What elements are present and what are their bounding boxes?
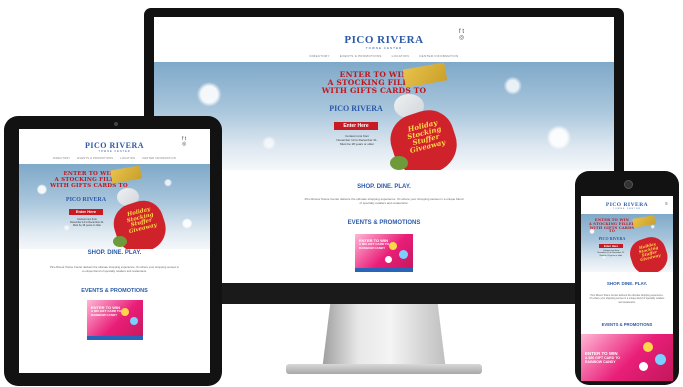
promo-card[interactable]: ENTER TO WIN A $50 GIFT CARD TO RAINBOW CA…: [87, 300, 143, 340]
contest-info: Contest runs from November 14 to December…: [69, 218, 105, 227]
gift-cards-image: [632, 215, 656, 228]
stocking-heel: [390, 156, 408, 170]
stocking-heel: [113, 236, 127, 247]
intro-paragraph: Pico Rivera Towne Center delivers the ul…: [50, 265, 179, 273]
contest-info: Contest runs from November 14 to December…: [336, 134, 378, 146]
nav-location[interactable]: LOCATION: [120, 157, 135, 160]
promo-link-bar[interactable]: [87, 336, 143, 340]
nav-events[interactable]: EVENTS & PROMOTIONS: [77, 157, 113, 160]
hero-brand-logo: PICO RIVERA: [598, 236, 626, 241]
phone-screen: PICO RIVERA TOWNE CENTER ≡ ENTER TO WIN A…: [581, 196, 673, 381]
logo-subtext: TOWNE CENTER: [98, 150, 131, 153]
promo-card[interactable]: ENTER TO WIN A $50 GIFT CARD TO RAINBOW CA…: [355, 234, 413, 272]
tablet-camera: [114, 122, 118, 126]
hero-brand-logo: PICO RIVERA: [65, 197, 107, 203]
instagram-icon[interactable]: ◎: [182, 141, 186, 147]
candy-decoration: [639, 362, 648, 371]
events-heading: EVENTS & PROMOTIONS: [347, 220, 421, 226]
nav-center-info[interactable]: CENTER INFORMATION: [419, 54, 458, 58]
enter-here-button[interactable]: Enter Here: [69, 209, 103, 215]
intro-paragraph: Pico Rivera Towne Center delivers the ul…: [589, 294, 665, 304]
promo-text: ENTER TO WIN A $50 GIFT CARD TO RAINBOW CA…: [359, 238, 390, 250]
social-links: f t ◎: [182, 137, 186, 147]
events-heading: EVENTS & PROMOTIONS: [601, 322, 653, 327]
contest-info: Contest runs from November 14 to December…: [597, 250, 625, 257]
candy-decoration: [130, 317, 138, 325]
monitor-stand-neck: [322, 304, 446, 366]
hamburger-menu-icon[interactable]: ≡: [665, 201, 668, 207]
instagram-icon[interactable]: ◎: [459, 35, 464, 41]
desktop-screen: PICO RIVERA TOWNE CENTER f t ◎ DIRECTORY…: [154, 17, 614, 283]
nav-center-info[interactable]: CENTER INFORMATION: [142, 157, 176, 160]
tagline-heading: SHOP. DINE. PLAY.: [87, 250, 142, 256]
nav-directory[interactable]: DIRECTORY: [310, 54, 330, 58]
logo-text: PICO RIVERA: [344, 34, 424, 46]
candy-decoration: [655, 354, 666, 365]
candy-decoration: [389, 242, 397, 250]
candy-decoration: [399, 250, 408, 259]
tagline-heading: SHOP. DINE. PLAY.: [357, 184, 411, 190]
main-nav: DIRECTORY EVENTS & PROMOTIONS LOCATION C…: [154, 54, 614, 58]
gift-cards-image: [402, 62, 448, 88]
phone-camera: [624, 180, 633, 189]
candy-decoration: [121, 308, 129, 316]
hero-brand-logo: PICO RIVERA: [329, 104, 383, 113]
logo-text: PICO RIVERA: [84, 141, 145, 150]
nav-events[interactable]: EVENTS & PROMOTIONS: [340, 54, 382, 58]
gift-cards-image: [110, 165, 142, 184]
intro-paragraph: Pico Rivera Towne Center delivers the ul…: [304, 197, 464, 206]
hero-banner[interactable]: ENTER TO WIN A STOCKING FILLED WITH GIFTS …: [19, 164, 210, 249]
nav-location[interactable]: LOCATION: [392, 54, 410, 58]
hero-banner[interactable]: ENTER TO WIN A STOCKING FILLED WITH GIFTS …: [581, 214, 673, 272]
events-heading: EVENTS & PROMOTIONS: [81, 288, 148, 294]
logo-subtext: TOWNE CENTER: [612, 208, 642, 210]
logo-subtext: TOWNE CENTER: [365, 46, 403, 50]
site-logo[interactable]: PICO RIVERA TOWNE CENTER: [154, 34, 614, 50]
hero-banner[interactable]: ENTER TO WIN A STOCKING FILLED WITH GIFTS …: [154, 62, 614, 170]
promo-link-bar[interactable]: [355, 268, 413, 272]
promo-text: ENTER TO WIN A $50 GIFT CARD TO RAINBOW CA…: [91, 305, 122, 317]
enter-here-button[interactable]: Enter Here: [599, 244, 623, 248]
promo-text: ENTER TO WIN A $50 GIFT CARD TO RAINBOW CA…: [585, 351, 621, 364]
candy-decoration: [643, 342, 653, 352]
main-nav: DIRECTORY EVENTS & PROMOTIONS LOCATION C…: [19, 157, 210, 160]
promo-card[interactable]: ENTER TO WIN A $50 GIFT CARD TO RAINBOW CA…: [581, 334, 673, 381]
enter-here-button[interactable]: Enter Here: [334, 122, 378, 130]
nav-directory[interactable]: DIRECTORY: [53, 157, 70, 160]
monitor-stand-base: [286, 364, 482, 374]
tablet-screen: PICO RIVERA TOWNE CENTER f t ◎ DIRECTORY…: [19, 129, 210, 373]
tagline-heading: SHOP. DINE. PLAY.: [606, 281, 648, 286]
hero-headline: ENTER TO WIN A STOCKING FILLED WITH GIFTS …: [588, 218, 636, 234]
social-links: f t ◎: [459, 29, 464, 41]
candy-decoration: [385, 256, 392, 263]
site-logo[interactable]: PICO RIVERA TOWNE CENTER: [581, 202, 673, 210]
